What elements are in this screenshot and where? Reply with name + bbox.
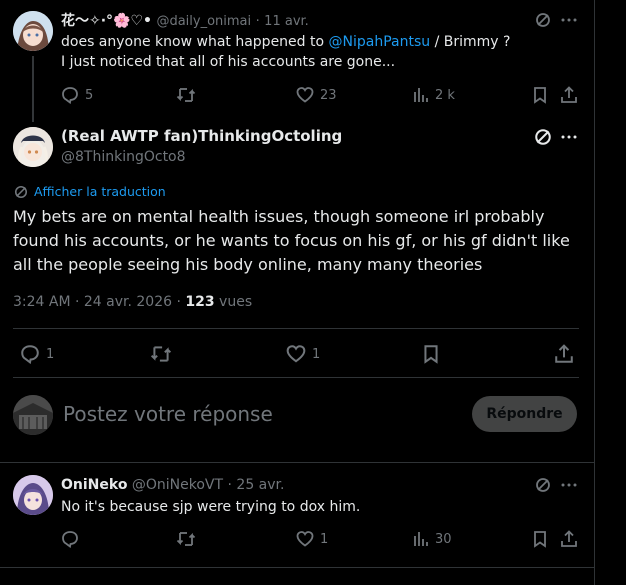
more-icon[interactable] (558, 126, 580, 148)
heart-icon (296, 531, 314, 547)
handle[interactable]: @daily_onimai (156, 14, 251, 29)
reply-input[interactable]: Postez votre réponse (63, 401, 273, 427)
repost-action[interactable] (176, 85, 196, 105)
like-action[interactable]: 23 (296, 85, 337, 105)
translate-icon (14, 185, 28, 198)
bookmark-icon (534, 531, 546, 548)
share-icon (561, 86, 577, 103)
grok-icon[interactable] (532, 126, 554, 148)
more-icon[interactable] (558, 10, 580, 30)
repost-action[interactable] (150, 343, 172, 365)
like-action[interactable]: 1 (286, 343, 320, 365)
reply-action[interactable]: 5 (61, 85, 93, 105)
like-count: 1 (312, 346, 321, 362)
share-icon (555, 344, 573, 363)
tweet-text: My bets are on mental health issues, tho… (13, 207, 570, 274)
share-icon (561, 530, 577, 547)
views-action[interactable]: 2 k (413, 85, 455, 105)
translate-label[interactable]: Afficher la traduction (34, 184, 166, 199)
display-name[interactable]: 花〜✧·°🌸♡• (61, 13, 152, 29)
mention-link[interactable]: @NipahPantsu (329, 34, 431, 50)
avatar[interactable] (13, 475, 53, 515)
timestamp[interactable]: 11 avr. (264, 14, 309, 29)
share-button[interactable] (559, 529, 579, 549)
bookmark-button[interactable] (420, 343, 442, 365)
display-name[interactable]: OniNeko (61, 477, 127, 493)
views-action[interactable]: 30 (413, 529, 452, 549)
handle[interactable]: @8ThinkingOcto8 (61, 147, 186, 167)
bookmark-icon (424, 345, 438, 364)
divider (0, 462, 594, 463)
share-button[interactable] (559, 85, 579, 105)
text-line-2: I just noticed that all of his accounts … (61, 54, 396, 70)
views-count: 2 k (435, 87, 455, 103)
reply-icon (62, 531, 78, 548)
views-count: 123 (185, 294, 215, 310)
bookmark-button[interactable] (530, 529, 550, 549)
text-prefix: does anyone know what happened to (61, 34, 329, 50)
views-count: 30 (435, 531, 452, 547)
heart-icon (286, 345, 306, 363)
like-count: 23 (320, 87, 337, 103)
grok-icon[interactable] (532, 475, 554, 495)
separator: · (227, 477, 232, 493)
column-border (594, 0, 595, 585)
tweet-meta: 3:24 AM · 24 avr. 2026 · 123 vues (13, 292, 252, 312)
handle[interactable]: @OniNekoVT (132, 477, 223, 493)
avatar[interactable] (13, 127, 53, 167)
share-button[interactable] (553, 343, 575, 365)
like-count: 1 (320, 531, 329, 547)
reply-icon (62, 87, 78, 104)
display-name[interactable]: (Real AWTP fan)ThinkingOctoling (61, 126, 342, 146)
tweet-text: does anyone know what happened to @Nipah… (61, 32, 581, 72)
tweet-text: No it's because sjp were trying to dox h… (61, 499, 361, 515)
reply-button[interactable]: Répondre (472, 396, 577, 432)
reply-action[interactable] (61, 529, 79, 549)
avatar (13, 395, 53, 435)
repost-icon (176, 88, 196, 102)
divider (13, 377, 579, 378)
divider (0, 567, 594, 568)
reply-icon (21, 345, 39, 364)
avatar[interactable] (13, 11, 53, 51)
reply-count: 1 (46, 346, 55, 362)
reply-count: 5 (85, 87, 94, 103)
repost-action[interactable] (176, 529, 196, 549)
views-label: vues (214, 294, 253, 310)
thread-line (32, 56, 34, 122)
repost-icon (150, 346, 172, 362)
timestamp[interactable]: 3:24 AM · 24 avr. 2026 · (13, 294, 185, 310)
views-icon (414, 532, 428, 546)
bookmark-button[interactable] (530, 85, 550, 105)
repost-icon (176, 532, 196, 546)
separator: · (255, 14, 260, 29)
grok-icon[interactable] (532, 10, 554, 30)
like-action[interactable]: 1 (296, 529, 328, 549)
text-suffix: / Brimmy ? (430, 34, 511, 50)
translate-link[interactable]: Afficher la traduction (14, 184, 166, 199)
heart-icon (296, 87, 314, 103)
more-icon[interactable] (558, 475, 580, 495)
divider (13, 328, 579, 329)
views-icon (414, 88, 428, 102)
timestamp[interactable]: 25 avr. (236, 477, 284, 493)
bookmark-icon (534, 87, 546, 104)
reply-action[interactable]: 1 (20, 343, 54, 365)
